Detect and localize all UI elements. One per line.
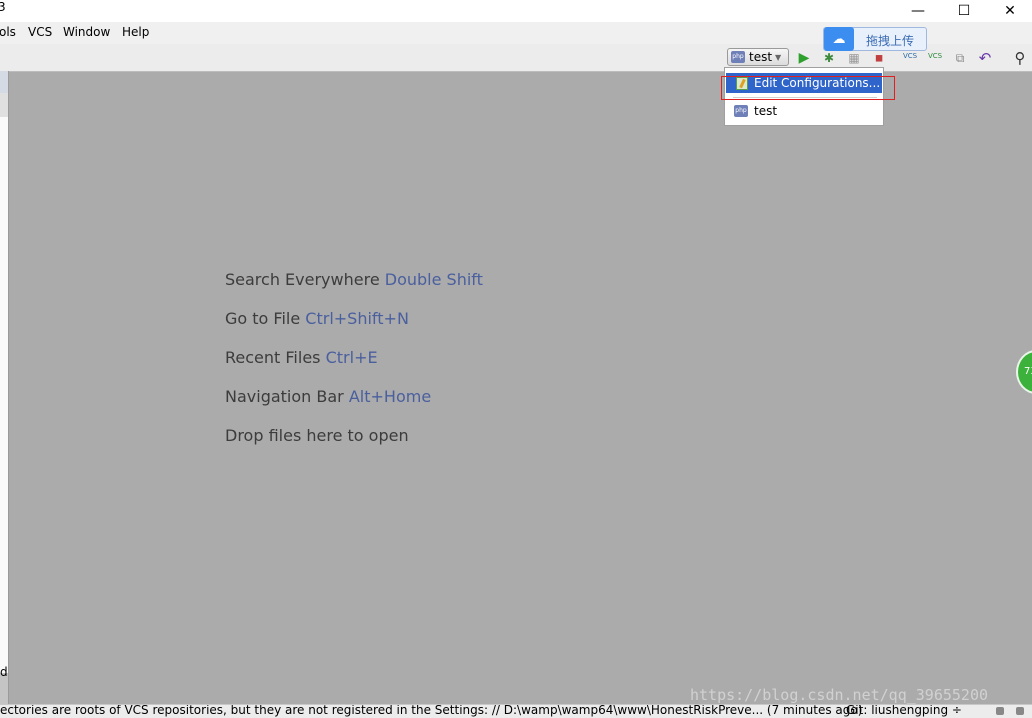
hint-navigation-bar: Navigation Bar Alt+Home <box>225 387 431 406</box>
project-tree[interactable] <box>0 117 8 673</box>
hint-label: Navigation Bar <box>225 387 344 406</box>
menu-help[interactable]: Help <box>122 25 149 39</box>
menu-tools[interactable]: ols <box>0 25 16 39</box>
watermark: https://blog.csdn.net/qq_39655200 <box>690 686 989 704</box>
hint-label: Go to File <box>225 309 301 328</box>
hint-label: Recent Files <box>225 348 321 367</box>
maximize-button[interactable]: ☐ <box>941 0 987 22</box>
menu-vcs[interactable]: VCS <box>28 25 52 39</box>
hint-recent-files: Recent Files Ctrl+E <box>225 348 378 367</box>
hint-search-everywhere: Search Everywhere Double Shift <box>225 270 483 289</box>
highlight-box <box>721 76 895 100</box>
run-configuration-combo[interactable]: php test ▼ <box>727 48 789 66</box>
hint-go-to-file: Go to File Ctrl+Shift+N <box>225 309 409 328</box>
status-icon[interactable] <box>1016 707 1024 715</box>
panel-header <box>0 93 8 118</box>
status-message[interactable]: ectories are roots of VCS repositories, … <box>0 705 862 717</box>
title-bar: 3 — ☐ ✕ <box>0 0 1032 22</box>
close-button[interactable]: ✕ <box>987 0 1032 22</box>
hint-label: Search Everywhere <box>225 270 380 289</box>
floating-badge[interactable]: 73 <box>1016 350 1032 394</box>
php-icon: php <box>731 51 745 63</box>
vcs-commit-icon[interactable]: VCS <box>926 47 944 65</box>
project-tab[interactable] <box>0 71 8 94</box>
status-icon[interactable] <box>996 707 1004 715</box>
hint-drop-files: Drop files here to open <box>225 426 409 445</box>
debug-icon[interactable]: ✱ <box>820 49 838 67</box>
hint-shortcut: Double Shift <box>384 270 483 289</box>
left-tool-panel <box>0 71 9 704</box>
hint-label: Drop files here to open <box>225 426 409 445</box>
upload-widget[interactable]: ☁ 拖拽上传 <box>823 27 927 51</box>
run-icon[interactable]: ▶ <box>795 49 813 67</box>
revert-icon[interactable]: ↶ <box>976 49 994 67</box>
php-icon: php <box>734 105 748 117</box>
coverage-icon[interactable]: ▦ <box>845 49 863 67</box>
minimize-button[interactable]: — <box>895 0 941 22</box>
cloud-icon: ☁ <box>824 27 854 51</box>
hint-shortcut: Alt+Home <box>348 387 432 406</box>
window-title-fragment: 3 <box>0 0 6 14</box>
menu-item-label: test <box>754 104 778 118</box>
search-icon[interactable]: ⚲ <box>1011 49 1029 67</box>
status-bar: ectories are roots of VCS repositories, … <box>0 704 1032 718</box>
left-panel-fragment: d <box>0 665 8 679</box>
hint-shortcut: Ctrl+E <box>325 348 378 367</box>
run-configuration-label: test <box>749 50 773 64</box>
chevron-down-icon: ▼ <box>775 52 782 62</box>
upload-label: 拖拽上传 <box>866 34 915 48</box>
compare-icon[interactable]: ⧉ <box>951 49 969 67</box>
hint-shortcut: Ctrl+Shift+N <box>305 309 409 328</box>
stop-icon[interactable]: ◼ <box>870 49 888 67</box>
menu-item-test[interactable]: php test <box>726 101 882 121</box>
menu-window[interactable]: Window <box>63 25 110 39</box>
git-branch-widget[interactable]: Git: liushengping ÷ <box>846 705 962 717</box>
